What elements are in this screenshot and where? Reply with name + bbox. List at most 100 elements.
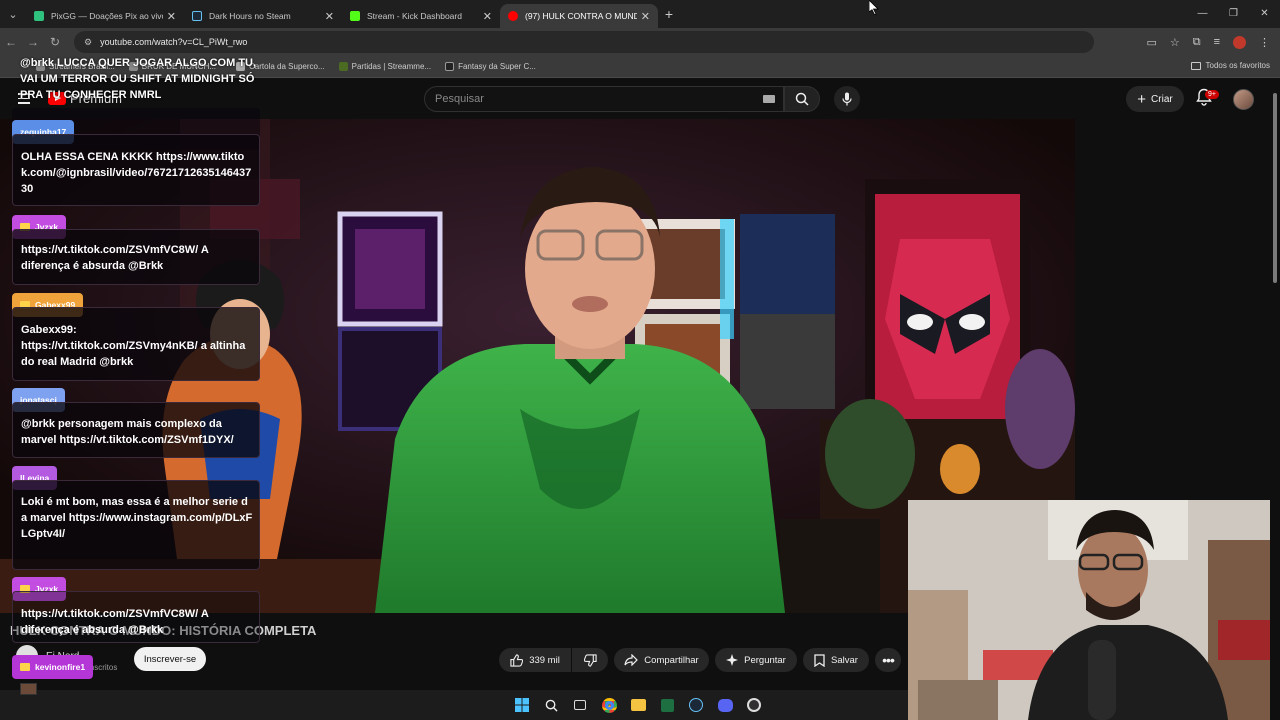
like-button[interactable]: 339 mil xyxy=(499,648,571,672)
extensions-icon[interactable]: ⧉ xyxy=(1193,36,1201,49)
scrollbar-thumb[interactable] xyxy=(1273,93,1277,283)
bookmark-label: Partidas | Streamme... xyxy=(351,62,432,71)
cast-icon[interactable]: ▭ xyxy=(1146,36,1156,49)
folder-icon xyxy=(1190,61,1201,70)
address-bar-row: ← → ↻ ⚙ youtube.com/watch?v=CL_PiWt_rwo … xyxy=(0,28,1280,56)
account-avatar[interactable] xyxy=(1233,89,1254,110)
sparkle-icon xyxy=(726,654,739,666)
chat-message-text: Gabexx99: https://vt.tiktok.com/ZSVmy4nK… xyxy=(21,324,246,368)
windows-start-icon[interactable] xyxy=(512,695,532,715)
url-text: youtube.com/watch?v=CL_PiWt_rwo xyxy=(100,37,248,47)
search-icon[interactable] xyxy=(541,695,561,715)
chat-username-badge: kevinonfire1 xyxy=(12,655,94,679)
page-scrollbar[interactable] xyxy=(1270,79,1280,699)
webcam-frame xyxy=(908,500,1270,720)
bookmark-item[interactable]: Fantasy da Super C... xyxy=(445,62,536,71)
tab-pixgg[interactable]: PixGG — Doações Pix ao vivo p ✕ xyxy=(26,4,184,28)
chat-message: Gabexx99: https://vt.tiktok.com/ZSVmy4nK… xyxy=(12,307,260,381)
task-view-icon[interactable] xyxy=(570,695,590,715)
steam-icon[interactable] xyxy=(686,695,706,715)
chrome-icon[interactable] xyxy=(599,695,619,715)
chat-message-text: Loki é mt bom, mas essa é a melhor serie… xyxy=(21,496,253,540)
file-explorer-icon[interactable] xyxy=(628,695,648,715)
share-label: Compartilhar xyxy=(644,654,699,666)
tab-steam[interactable]: Dark Hours no Steam ✕ xyxy=(184,4,342,28)
pixgg-favicon-icon xyxy=(34,11,44,21)
bookmark-label: Fantasy da Super C... xyxy=(458,62,536,71)
create-button[interactable]: + Criar xyxy=(1126,86,1184,112)
tab-kick[interactable]: Stream - Kick Dashboard ✕ xyxy=(342,4,500,28)
profile-icon[interactable] xyxy=(1233,35,1246,49)
close-window-icon[interactable]: ✕ xyxy=(1249,0,1280,28)
chat-message: https://vt.tiktok.com/ZSVmfVC8W/ A difer… xyxy=(12,229,260,285)
reload-icon[interactable]: ↻ xyxy=(44,35,66,49)
bookmark-item[interactable]: Partidas | Streamme... xyxy=(338,62,432,71)
video-thumbnail[interactable] xyxy=(20,683,37,695)
tab-youtube[interactable]: (97) HULK CONTRA O MUNDO ✕ xyxy=(500,4,658,28)
kick-favicon-icon xyxy=(350,11,360,21)
back-icon[interactable]: ← xyxy=(0,35,22,49)
chat-message: https://vt.tiktok.com/ZSVmfVC8W/ A difer… xyxy=(12,591,260,643)
like-count: 339 mil xyxy=(529,654,560,666)
chat-message-text: https://vt.tiktok.com/ZSVmfVC8W/ A difer… xyxy=(21,608,209,636)
chat-username: kevinonfire1 xyxy=(35,662,86,672)
search-placeholder: Pesquisar xyxy=(435,93,484,105)
browser-tab-bar: ⌄ PixGG — Doações Pix ao vivo p ✕ Dark H… xyxy=(0,0,1280,28)
chat-message-text: OLHA ESSA CENA KKKK https://www.tiktok.c… xyxy=(21,151,252,195)
chat-message-text: @brkk personagem mais complexo da marvel… xyxy=(21,418,234,446)
close-icon[interactable]: ✕ xyxy=(483,10,492,23)
site-info-icon[interactable]: ⚙ xyxy=(84,37,92,48)
youtube-favicon-icon xyxy=(508,11,518,21)
thumbs-down-icon xyxy=(583,653,597,667)
close-icon[interactable]: ✕ xyxy=(167,10,176,23)
save-button[interactable]: Salvar xyxy=(803,648,869,672)
search-button[interactable] xyxy=(784,86,820,112)
tab-label: Dark Hours no Steam xyxy=(209,11,291,21)
bookmark-icon xyxy=(338,62,348,71)
all-bookmarks[interactable]: Todos os favoritos xyxy=(1190,61,1270,70)
create-label: Criar xyxy=(1151,93,1173,105)
tab-label: PixGG — Doações Pix ao vivo p xyxy=(51,11,163,21)
search-input[interactable]: Pesquisar xyxy=(424,86,784,112)
restore-icon[interactable]: ❐ xyxy=(1218,0,1249,28)
url-input[interactable]: ⚙ youtube.com/watch?v=CL_PiWt_rwo xyxy=(74,31,1094,53)
bookmark-icon xyxy=(445,62,455,71)
excel-icon[interactable] xyxy=(657,695,677,715)
obs-icon[interactable] xyxy=(744,695,764,715)
dislike-button[interactable] xyxy=(572,648,608,672)
minimize-icon[interactable]: — xyxy=(1187,0,1218,28)
webcam-overlay xyxy=(908,500,1270,720)
close-icon[interactable]: ✕ xyxy=(325,10,334,23)
all-bookmarks-label: Todos os favoritos xyxy=(1205,61,1270,70)
tab-label: (97) HULK CONTRA O MUNDO xyxy=(525,11,637,21)
window-controls: — ❐ ✕ xyxy=(1187,0,1280,28)
keyboard-icon[interactable] xyxy=(763,95,775,103)
secondary-area xyxy=(1075,119,1270,500)
bookmark-star-icon[interactable]: ☆ xyxy=(1170,36,1180,49)
plus-icon: + xyxy=(1137,90,1147,108)
discord-icon[interactable] xyxy=(715,695,735,715)
media-controls-icon[interactable]: ≡ xyxy=(1214,36,1220,48)
taskbar xyxy=(0,690,908,720)
voice-search-button[interactable] xyxy=(834,86,860,112)
chat-message: Loki é mt bom, mas essa é a melhor serie… xyxy=(12,480,260,570)
steam-favicon-icon xyxy=(192,11,202,21)
tab-search-icon[interactable]: ⌄ xyxy=(0,0,26,28)
share-icon xyxy=(624,654,639,666)
thumbs-up-icon xyxy=(510,653,524,667)
ask-button[interactable]: Perguntar xyxy=(715,648,797,672)
bookmark-icon xyxy=(814,653,825,667)
menu-icon[interactable]: ⋮ xyxy=(1259,36,1270,49)
forward-icon[interactable]: → xyxy=(22,35,44,49)
new-tab-icon[interactable]: + xyxy=(658,6,680,22)
toolbar-icons: ▭ ☆ ⧉ ≡ ⋮ xyxy=(1146,35,1270,49)
screen: ⌄ PixGG — Doações Pix ao vivo p ✕ Dark H… xyxy=(0,0,1280,720)
tab-label: Stream - Kick Dashboard xyxy=(367,11,462,21)
taskbar-apps xyxy=(512,695,764,715)
search-icon xyxy=(795,92,809,106)
more-actions-button[interactable]: ••• xyxy=(875,648,901,672)
share-button[interactable]: Compartilhar xyxy=(614,648,709,672)
more-icon: ••• xyxy=(882,652,895,668)
save-label: Salvar xyxy=(831,654,858,666)
close-icon[interactable]: ✕ xyxy=(641,10,650,23)
